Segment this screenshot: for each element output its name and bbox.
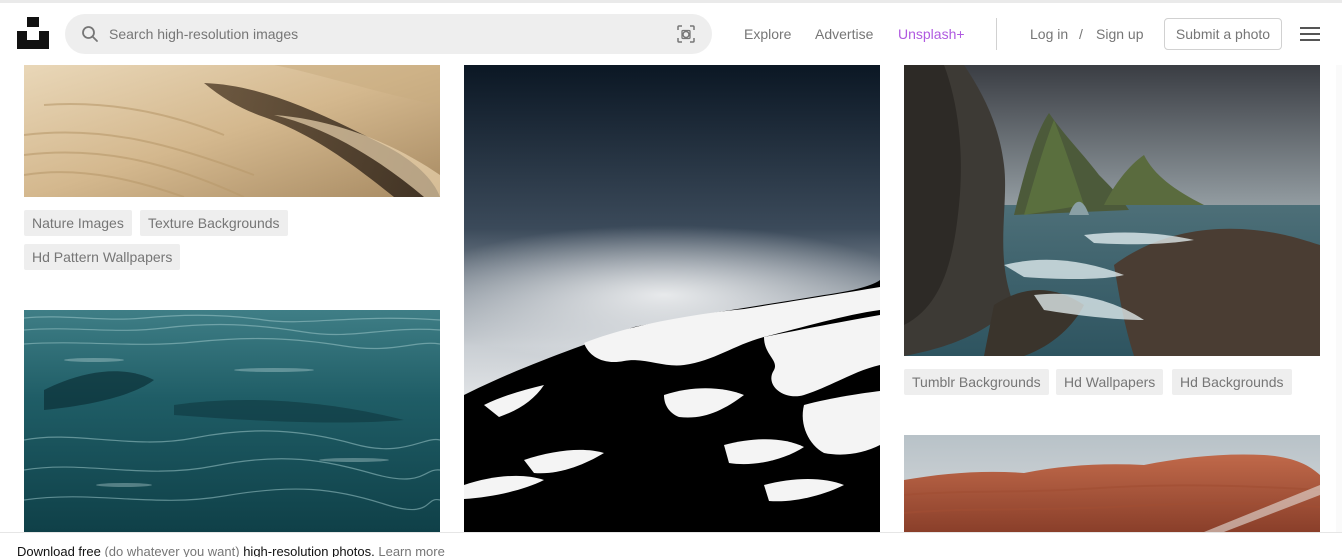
signup-banner: Download free (do whatever you want) hig… [0,532,1342,557]
banner-suffix: high-resolution photos. [243,544,375,557]
photo-sand-dune[interactable] [24,65,440,197]
search-icon[interactable] [81,25,99,43]
learn-more-link[interactable]: Learn more [378,544,444,557]
scrollbar-track[interactable] [1336,65,1342,532]
photo-red-rock[interactable] [904,435,1320,532]
unsplash-logo-icon[interactable] [17,17,49,49]
nav-unsplash-plus[interactable]: Unsplash+ [898,26,965,42]
photo-ocean[interactable] [24,310,440,532]
login-link[interactable]: Log in [1030,26,1068,42]
tag-texture-backgrounds[interactable]: Texture Backgrounds [140,210,288,236]
photo-sea-cliffs[interactable] [904,65,1320,356]
banner-middle: (do whatever you want) [104,544,240,557]
site-header: Explore Advertise Unsplash+ Log in / Sig… [0,3,1342,65]
auth-separator: / [1079,26,1083,42]
tag-nature-images[interactable]: Nature Images [24,210,132,236]
search-input[interactable] [109,22,669,46]
nav-divider [996,18,997,50]
nav-advertise[interactable]: Advertise [815,26,873,42]
tag-hd-wallpapers[interactable]: Hd Wallpapers [1056,369,1164,395]
signup-link[interactable]: Sign up [1096,26,1143,42]
tag-hd-backgrounds[interactable]: Hd Backgrounds [1172,369,1292,395]
tag-tumblr-backgrounds[interactable]: Tumblr Backgrounds [904,369,1049,395]
search-bar[interactable] [65,14,712,54]
visual-search-icon[interactable] [677,25,695,43]
submit-photo-button[interactable]: Submit a photo [1164,18,1282,50]
tag-hd-pattern-wallpapers[interactable]: Hd Pattern Wallpapers [24,244,181,270]
photo-snowy-mountain[interactable] [464,65,880,532]
hamburger-menu-icon[interactable] [1300,26,1320,42]
banner-text: Download free (do whatever you want) hig… [17,544,445,557]
banner-prefix: Download free [17,544,101,557]
nav-explore[interactable]: Explore [744,26,791,42]
